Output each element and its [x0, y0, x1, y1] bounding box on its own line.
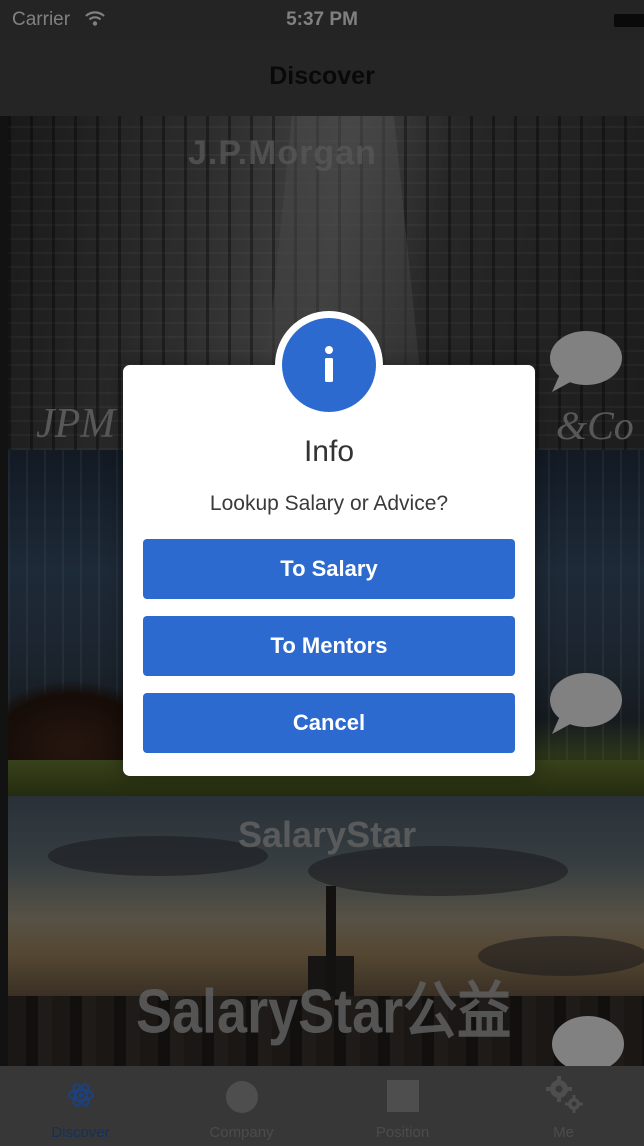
info-icon [325, 346, 333, 382]
dialog-message: Lookup Salary or Advice? [209, 492, 449, 515]
app-screen: Carrier 5:37 PM Discover J.P.Morgan JPM … [0, 0, 644, 1146]
info-badge [275, 311, 383, 419]
info-circle [282, 318, 376, 412]
cancel-button[interactable]: Cancel [143, 693, 515, 753]
to-mentors-button[interactable]: To Mentors [143, 616, 515, 676]
dialog-title: Info [303, 435, 355, 468]
to-salary-button[interactable]: To Salary [143, 539, 515, 599]
info-dialog: Info Lookup Salary or Advice? To Salary … [123, 365, 535, 776]
